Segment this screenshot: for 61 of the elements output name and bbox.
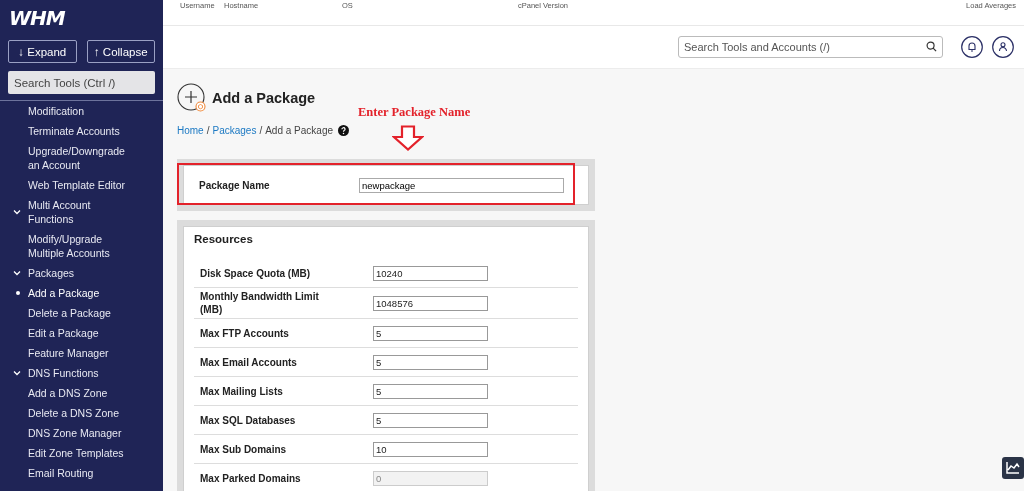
bullet-icon [16, 291, 20, 295]
input-field[interactable]: 10240 [373, 265, 488, 281]
sidebar-item[interactable]: Delete a Package [0, 303, 136, 323]
down-arrow-icon [392, 125, 424, 151]
breadcrumb-link[interactable]: Home [177, 125, 204, 136]
field-label: Max Mailing Lists [200, 384, 284, 399]
group-label: Multi Account Functions [28, 198, 92, 226]
sidebar-item[interactable]: Upgrade/Downgrade an Account [0, 141, 136, 175]
sidebar-item[interactable]: Terminate Accounts [0, 121, 136, 141]
input-field[interactable]: newpackage [359, 177, 564, 193]
field-label: Disk Space Quota (MB) [200, 266, 312, 281]
breadcrumb-link[interactable]: Packages [212, 125, 257, 136]
group-label: Packages [28, 266, 76, 280]
sidebar-item[interactable]: Add a DNS Zone [0, 383, 136, 403]
sidebar-item[interactable]: Edit Zone Templates [0, 443, 136, 463]
sidebar-item[interactable]: Modification [0, 101, 136, 121]
input-field[interactable]: 5 [373, 354, 488, 370]
sidebar-group[interactable]: Multi Account Functions [0, 195, 136, 229]
field-label: Package Name [199, 179, 271, 191]
field-label: Max Parked Domains [200, 471, 302, 486]
sidebar-item[interactable]: Add a Package [0, 283, 136, 303]
field-label: Monthly Bandwidth Limit (MB) [200, 290, 320, 317]
chevron-icon [12, 207, 22, 217]
breadcrumb-current: Add a Package [265, 125, 333, 136]
search-field[interactable]: Search Tools (Ctrl /) [8, 71, 155, 94]
section-title: Resources [194, 233, 254, 245]
sidebar-item[interactable]: Email Routing [0, 463, 136, 483]
field-label: Max Email Accounts [200, 355, 298, 370]
group-label: DNS Functions [28, 366, 100, 380]
logo[interactable]: WHM [9, 7, 65, 29]
add-package-icon [177, 83, 207, 113]
notifications-bell-icon[interactable] [961, 36, 983, 58]
input-field[interactable]: 5 [373, 412, 488, 428]
sidebar-item[interactable]: Edit a Package [0, 323, 136, 343]
sidebar-item[interactable]: DNS Zone Manager [0, 423, 136, 443]
sidebar-item[interactable]: Web Template Editor [0, 175, 136, 195]
sidebar-item[interactable]: Feature Manager [0, 343, 136, 363]
input-field[interactable]: 1048576 [373, 295, 488, 311]
breadcrumb-separator: / [206, 125, 210, 136]
field-label: Max FTP Accounts [200, 326, 290, 341]
sidebar-item[interactable]: Modify/Upgrade Multiple Accounts [0, 229, 136, 263]
user-icon[interactable] [992, 36, 1014, 58]
chevron-icon [12, 268, 22, 278]
sidebar-item[interactable]: Delete a DNS Zone [0, 403, 136, 423]
field-label: Max Sub Domains [200, 442, 288, 457]
input-field[interactable]: 5 [373, 325, 488, 341]
help-icon[interactable] [338, 125, 349, 136]
chart-icon[interactable] [1002, 457, 1024, 479]
search-field[interactable]: Search Tools and Accounts (/) [678, 36, 943, 58]
input-field[interactable]: 5 [373, 383, 488, 399]
sidebar-group[interactable]: Packages [0, 263, 136, 283]
breadcrumb-separator: / [259, 125, 263, 136]
field-label: Max SQL Databases [200, 413, 297, 428]
annotation-text: Enter Package Name [358, 105, 471, 120]
sidebar-toggle-button[interactable]: ↓ Expand [8, 40, 77, 63]
page-title: Add a Package [212, 90, 316, 106]
chevron-icon [12, 368, 22, 378]
search-icon[interactable] [926, 41, 937, 52]
sidebar-toggle-button[interactable]: ↑ Collapse [86, 40, 155, 63]
sidebar-group[interactable]: DNS Functions [0, 363, 136, 383]
input-field[interactable]: 10 [373, 441, 488, 457]
